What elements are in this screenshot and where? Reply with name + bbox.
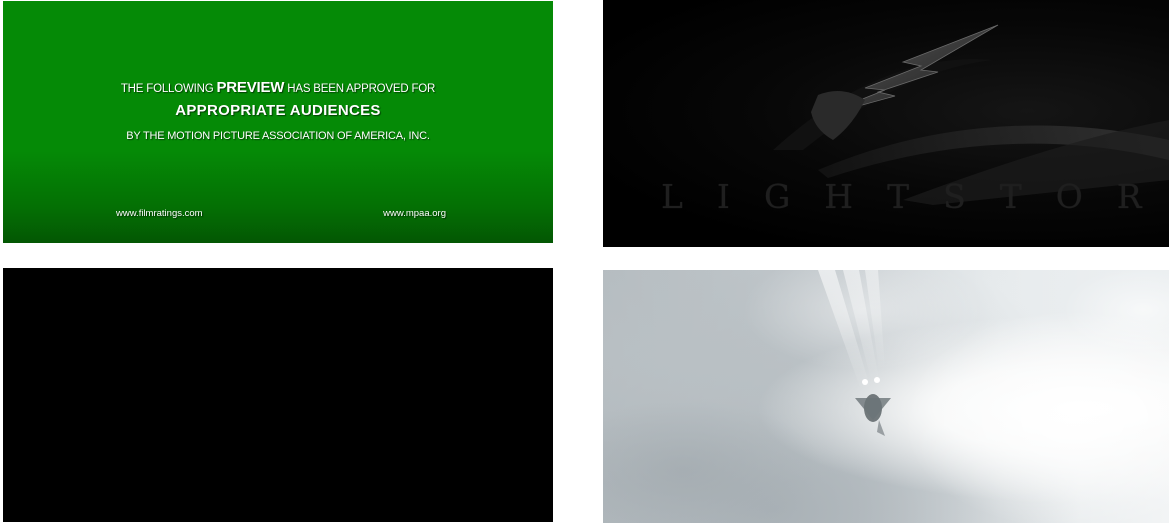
- approval-line-1-after: HAS BEEN APPROVED FOR: [284, 83, 436, 95]
- approval-line-1-before: THE FOLLOWING: [120, 83, 217, 95]
- studio-logo-frame: LIGHTSTORM: [603, 0, 1169, 247]
- lightstorm-wordmark: LIGHTSTORM: [661, 177, 1169, 216]
- black-frame: [3, 268, 553, 522]
- mpaa-green-band-frame: THE FOLLOWING PREVIEW HAS BEEN APPROVED …: [3, 1, 553, 243]
- filmratings-url: www.filmratings.com: [116, 208, 203, 219]
- aircraft-in-clouds-image: [603, 270, 1169, 523]
- mpaa-line: BY THE MOTION PICTURE ASSOCIATION OF AME…: [126, 130, 430, 142]
- cloud-scene-frame: [603, 270, 1169, 523]
- appropriate-audiences-heading: APPROPRIATE AUDIENCES: [175, 102, 381, 119]
- mpaa-url: www.mpaa.org: [383, 208, 446, 219]
- preview-emphasis: PREVIEW: [216, 79, 285, 96]
- approval-line-1: THE FOLLOWING PREVIEW HAS BEEN APPROVED …: [3, 79, 553, 96]
